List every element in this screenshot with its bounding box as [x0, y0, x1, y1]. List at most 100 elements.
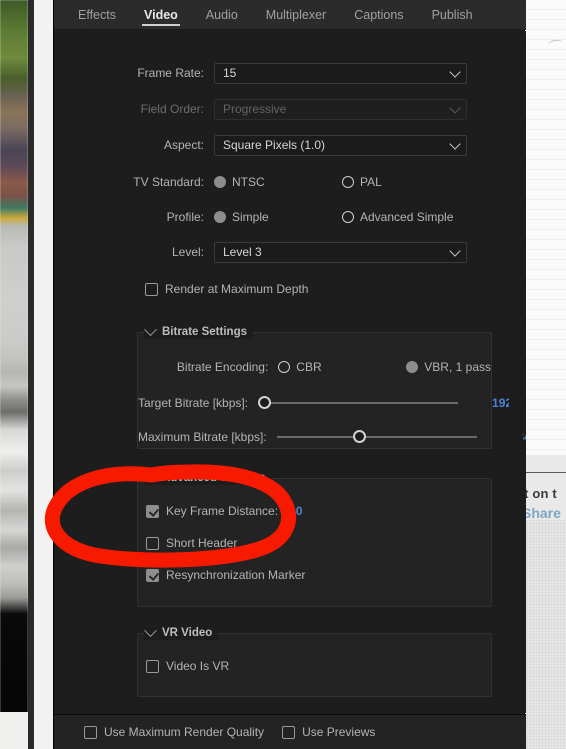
maximum-bitrate-track [276, 436, 477, 438]
maximum-bitrate-slider-wrap: 384 [276, 429, 526, 445]
radio-pal-label: PAL [360, 175, 382, 189]
video-settings-content: Frame Rate: 15 Field Order: Progressive [54, 31, 526, 697]
use-previews-label: Use Previews [302, 725, 376, 739]
tab-multiplexer[interactable]: Multiplexer [252, 0, 340, 30]
target-bitrate-label: Target Bitrate [kbps]: [138, 396, 249, 410]
filmstrip-edge [28, 0, 34, 749]
radio-simple[interactable]: Simple [214, 210, 342, 224]
frame-rate-row: Frame Rate: 15 [54, 58, 509, 88]
radio-vbr-1-pass-indicator [406, 361, 419, 373]
resynchronization-marker-row[interactable]: Resynchronization Marker [146, 561, 491, 589]
radio-simple-indicator [214, 211, 226, 223]
radio-simple-label: Simple [232, 210, 269, 224]
target-bitrate-slider-wrap: 192 [258, 395, 512, 411]
radio-cbr-label: CBR [296, 360, 322, 374]
key-frame-distance-checkbox[interactable] [146, 504, 159, 518]
video-is-vr-label: Video Is VR [166, 659, 230, 673]
settings-tabs: Effects Video Audio Multiplexer Captions… [64, 0, 487, 30]
render-max-depth-checkbox[interactable] [145, 282, 158, 296]
use-previews-checkbox[interactable] [282, 725, 296, 739]
tab-publish[interactable]: Publish [418, 0, 487, 30]
use-previews-row[interactable]: Use Previews [282, 718, 375, 746]
radio-cbr[interactable]: CBR [278, 360, 406, 374]
field-order-select: Progressive [214, 98, 467, 120]
chevron-down-icon [449, 66, 461, 78]
advanced-settings-header[interactable]: Advanced Settings [144, 468, 272, 485]
field-order-value: Progressive [223, 102, 287, 116]
chevron-down-icon[interactable] [144, 322, 157, 336]
tab-video[interactable]: Video [130, 0, 192, 30]
profile-radio-group: Simple Advanced Simple [214, 210, 453, 224]
resynchronization-marker-label: Resynchronization Marker [166, 568, 306, 582]
short-header-row[interactable]: Short Header [146, 529, 491, 557]
maximum-bitrate-thumb[interactable] [352, 430, 366, 443]
video-filmstrip-preview [0, 0, 28, 749]
target-bitrate-slider[interactable] [258, 395, 459, 411]
short-header-checkbox[interactable] [146, 536, 159, 550]
aspect-label: Aspect: [163, 138, 204, 152]
bitrate-settings-group: Bitrate Settings Bitrate Encoding: CBR V… [137, 322, 526, 452]
level-value: Level 3 [223, 245, 262, 259]
use-maximum-render-quality-label: Use Maximum Render Quality [104, 725, 265, 739]
field-order-row: Field Order: Progressive [54, 94, 509, 124]
advanced-settings-group: Advanced Settings Key Frame Distance: 30… [137, 468, 492, 607]
chevron-down-icon [449, 102, 461, 114]
chevron-down-icon[interactable] [144, 623, 157, 637]
target-bitrate-thumb[interactable] [258, 396, 272, 409]
radio-ntsc-label: NTSC [232, 175, 265, 189]
maximum-bitrate-slider[interactable] [276, 429, 477, 445]
tab-effects[interactable]: Effects [64, 0, 130, 30]
frame-rate-label: Frame Rate: [137, 66, 204, 80]
target-bitrate-value[interactable]: 192 [468, 396, 512, 410]
bitrate-settings-title: Bitrate Settings [162, 326, 247, 338]
aspect-select[interactable]: Square Pixels (1.0) [214, 134, 467, 156]
bitrate-encoding-row: Bitrate Encoding: CBR VBR, 1 pass [138, 352, 491, 382]
key-frame-distance-row[interactable]: Key Frame Distance: 30 [146, 497, 491, 525]
maximum-bitrate-label: Maximum Bitrate [kbps]: [138, 430, 267, 444]
vr-video-title: VR Video [162, 627, 213, 639]
vr-video-header[interactable]: VR Video [144, 623, 219, 640]
frame-rate-select[interactable]: 15 [214, 62, 467, 84]
settings-scrollbar[interactable] [509, 31, 523, 713]
short-header-label: Short Header [166, 536, 238, 550]
background-document-rule [521, 472, 566, 473]
target-bitrate-row: Target Bitrate [kbps]: 192 [138, 388, 512, 418]
render-max-depth-label: Render at Maximum Depth [165, 282, 309, 296]
key-frame-distance-value[interactable]: 30 [289, 504, 302, 518]
settings-tab-bar: Effects Video Audio Multiplexer Captions… [54, 0, 526, 30]
key-frame-distance-label: Key Frame Distance: [166, 504, 279, 518]
background-text-fragment: t on t [524, 486, 557, 501]
profile-row: Profile: Simple Advanced Simple [54, 202, 509, 232]
maximum-bitrate-row: Maximum Bitrate [kbps]: 384 [138, 422, 526, 452]
radio-advanced-simple[interactable]: Advanced Simple [342, 210, 453, 224]
frame-rate-value: 15 [223, 66, 237, 80]
chevron-down-icon[interactable] [144, 468, 157, 482]
chevron-down-icon [449, 245, 461, 257]
background-share-link[interactable]: Share [522, 505, 561, 521]
use-maximum-render-quality-row[interactable]: Use Maximum Render Quality [84, 718, 264, 746]
video-is-vr-checkbox[interactable] [146, 659, 159, 673]
radio-pal-indicator [342, 176, 354, 188]
advanced-settings-title: Advanced Settings [162, 472, 266, 484]
resynchronization-marker-checkbox[interactable] [146, 568, 159, 582]
vr-video-group: VR Video Video Is VR [137, 623, 492, 697]
tab-captions[interactable]: Captions [340, 0, 417, 30]
video-is-vr-row[interactable]: Video Is VR [146, 652, 491, 680]
chevron-down-icon [449, 138, 461, 150]
tv-standard-radio-group: NTSC PAL [214, 175, 382, 189]
aspect-row: Aspect: Square Pixels (1.0) [54, 130, 509, 160]
level-label: Level: [171, 245, 204, 259]
radio-vbr-1-pass[interactable]: VBR, 1 pass [406, 360, 491, 374]
level-select[interactable]: Level 3 [214, 241, 467, 263]
use-maximum-render-quality-checkbox[interactable] [84, 725, 97, 739]
tv-standard-label: TV Standard: [133, 175, 204, 189]
profile-label: Profile: [166, 210, 204, 224]
bitrate-settings-header[interactable]: Bitrate Settings [144, 322, 253, 339]
radio-vbr-1-pass-label: VBR, 1 pass [424, 360, 491, 374]
tab-audio[interactable]: Audio [192, 0, 252, 30]
bitrate-encoding-label: Bitrate Encoding: [176, 360, 269, 374]
radio-ntsc[interactable]: NTSC [214, 175, 342, 189]
render-max-depth-row[interactable]: Render at Maximum Depth [145, 275, 509, 303]
radio-pal[interactable]: PAL [342, 175, 382, 189]
tv-standard-row: TV Standard: NTSC PAL [54, 167, 509, 197]
